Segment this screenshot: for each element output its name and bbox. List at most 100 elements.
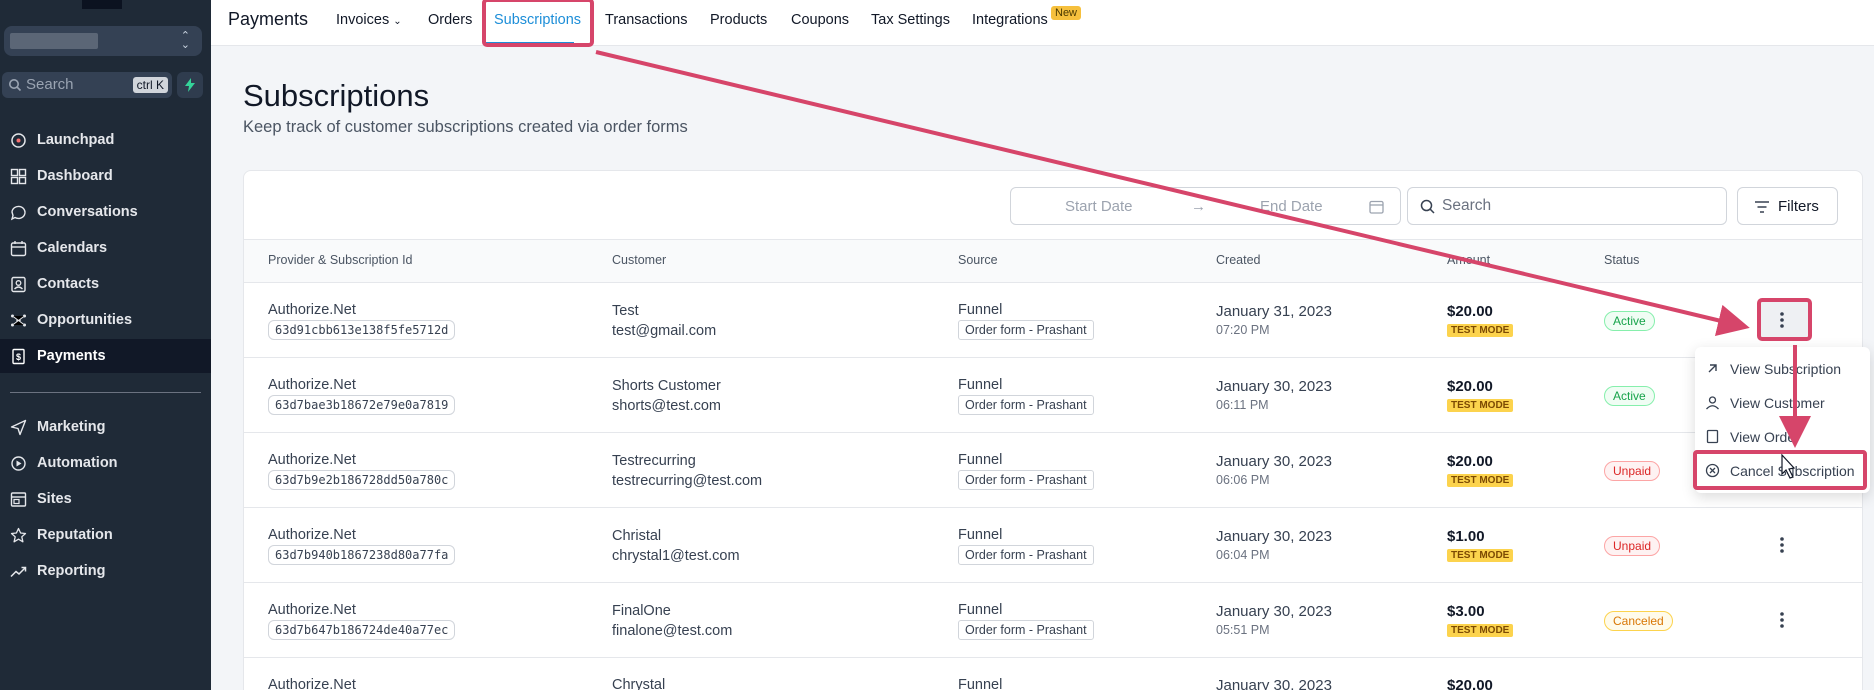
menu-view-subscription[interactable]: View Subscription	[1695, 353, 1870, 385]
status-badge: Unpaid	[1604, 536, 1661, 556]
customer-name[interactable]: Testrecurring	[612, 453, 696, 469]
sidebar-divider	[10, 392, 201, 393]
status-badge: Canceled	[1604, 611, 1673, 631]
tab-coupons[interactable]: Coupons	[791, 12, 849, 28]
more-actions-icon[interactable]	[1773, 534, 1791, 556]
active-tab-indicator	[484, 42, 574, 45]
sidebar-item-label: Conversations	[37, 204, 138, 220]
col-header-customer[interactable]: Customer	[612, 253, 666, 267]
col-header-created[interactable]: Created	[1216, 253, 1260, 267]
provider-name: Authorize.Net	[268, 602, 356, 618]
created-date: January 30, 2023	[1216, 453, 1332, 470]
sidebar-search[interactable]: Search ctrl K	[2, 72, 172, 98]
test-mode-badge: TEST MODE	[1447, 324, 1514, 337]
status-badge: Active	[1604, 386, 1655, 406]
calendar-icon	[10, 240, 27, 257]
sidebar-item-reporting[interactable]: Reporting	[0, 554, 211, 588]
sidebar-item-automation[interactable]: Automation	[0, 446, 211, 480]
created-date: January 31, 2023	[1216, 303, 1332, 320]
filters-label: Filters	[1778, 198, 1819, 215]
tab-orders[interactable]: Orders	[428, 12, 472, 28]
provider-name: Authorize.Net	[268, 377, 356, 393]
sidebar-item-opportunities[interactable]: Opportunities	[0, 303, 211, 337]
customer-email: chrystal1@test.com	[612, 548, 740, 564]
filters-button[interactable]: Filters	[1737, 187, 1838, 225]
trend-icon	[10, 563, 27, 580]
more-actions-icon[interactable]	[1773, 609, 1791, 631]
subscription-id: 63d7bae3b18672e79e0a7819	[268, 395, 456, 415]
dashboard-icon	[10, 168, 27, 185]
col-header-amount[interactable]: Amount	[1447, 253, 1490, 267]
menu-view-order[interactable]: View Order	[1695, 421, 1870, 453]
amount-value: $20.00	[1447, 453, 1493, 470]
opportunities-icon	[10, 312, 27, 329]
sidebar-item-label: Calendars	[37, 240, 108, 256]
sidebar-item-label: Reporting	[37, 563, 106, 579]
sidebar-item-label: Dashboard	[37, 168, 113, 184]
sidebar-item-conversations[interactable]: Conversations	[0, 195, 211, 229]
new-badge: New	[1051, 6, 1082, 20]
col-header-status[interactable]: Status	[1604, 253, 1639, 267]
source-type: Funnel	[958, 377, 1003, 393]
created-time: 06:11 PM	[1216, 398, 1269, 412]
customer-name[interactable]: Test	[612, 303, 639, 319]
provider-name: Authorize.Net	[268, 302, 356, 318]
tab-tax-settings[interactable]: Tax Settings	[871, 12, 950, 28]
tab-label: Invoices	[336, 12, 390, 28]
customer-email: test@gmail.com	[612, 323, 717, 339]
customer-name[interactable]: FinalOne	[612, 603, 671, 619]
customer-name[interactable]: Chrystal	[612, 677, 665, 690]
amount-value: $3.00	[1447, 603, 1485, 620]
account-switcher[interactable]: ⌃ ⌄	[4, 26, 202, 56]
menu-item-label: Cancel Subscription	[1730, 463, 1855, 479]
sidebar-item-label: Contacts	[37, 276, 100, 292]
cancel-circle-icon	[1705, 463, 1720, 478]
date-range-picker[interactable]: Start Date → End Date	[1010, 187, 1401, 225]
subscription-id: 63d91cbb613e138f5fe5712d	[268, 320, 456, 340]
tab-integrations[interactable]: Integrations	[972, 12, 1048, 28]
start-date-input[interactable]: Start Date	[1065, 198, 1133, 215]
sidebar-item-contacts[interactable]: Contacts	[0, 267, 211, 301]
sidebar-item-launchpad[interactable]: Launchpad	[0, 123, 211, 157]
amount-value: $20.00	[1447, 303, 1493, 320]
tab-invoices[interactable]: Invoices ⌄	[336, 12, 402, 28]
customer-name[interactable]: Christal	[612, 528, 661, 544]
test-mode-badge: TEST MODE	[1447, 399, 1514, 412]
created-date: January 30, 2023	[1216, 528, 1332, 545]
calendar-icon	[1369, 200, 1384, 214]
sidebar-item-label: Opportunities	[37, 312, 133, 328]
launchpad-icon	[10, 132, 27, 149]
send-icon	[10, 419, 27, 436]
col-header-source[interactable]: Source	[958, 253, 998, 267]
sidebar-item-marketing[interactable]: Marketing	[0, 410, 211, 444]
row-actions-menu: View Subscription View Customer View Ord…	[1695, 347, 1870, 493]
subscription-id: 63d7b940b1867238d80a77fa	[268, 545, 456, 565]
end-date-input[interactable]: End Date	[1260, 198, 1323, 215]
sites-icon	[10, 491, 27, 508]
more-actions-icon[interactable]	[1773, 309, 1791, 331]
amount-value: $20.00	[1447, 378, 1493, 395]
status-badge: Active	[1604, 311, 1655, 331]
search-input[interactable]: Search	[1407, 187, 1727, 225]
test-mode-badge: TEST MODE	[1447, 624, 1514, 637]
sidebar-item-dashboard[interactable]: Dashboard	[0, 159, 211, 193]
quick-action-button[interactable]	[177, 72, 203, 98]
tab-transactions[interactable]: Transactions	[605, 12, 687, 28]
tab-products[interactable]: Products	[710, 12, 767, 28]
section-title: Payments	[228, 9, 309, 29]
customer-name[interactable]: Shorts Customer	[612, 378, 721, 394]
search-placeholder: Search	[1442, 197, 1492, 214]
tab-subscriptions[interactable]: Subscriptions	[494, 12, 581, 28]
page-subtitle: Keep track of customer subscriptions cre…	[243, 118, 688, 136]
sidebar-item-reputation[interactable]: Reputation	[0, 518, 211, 552]
col-header-provider[interactable]: Provider & Subscription Id	[268, 253, 413, 267]
star-icon	[10, 527, 27, 544]
sidebar-item-calendars[interactable]: Calendars	[0, 231, 211, 265]
sidebar-item-payments[interactable]: $ Payments	[0, 339, 211, 373]
sidebar-item-sites[interactable]: Sites	[0, 482, 211, 516]
menu-cancel-subscription[interactable]: Cancel Subscription	[1695, 455, 1870, 487]
document-icon	[1706, 429, 1719, 444]
provider-name: Authorize.Net	[268, 527, 356, 543]
menu-view-customer[interactable]: View Customer	[1695, 387, 1870, 419]
bolt-icon	[185, 78, 195, 92]
